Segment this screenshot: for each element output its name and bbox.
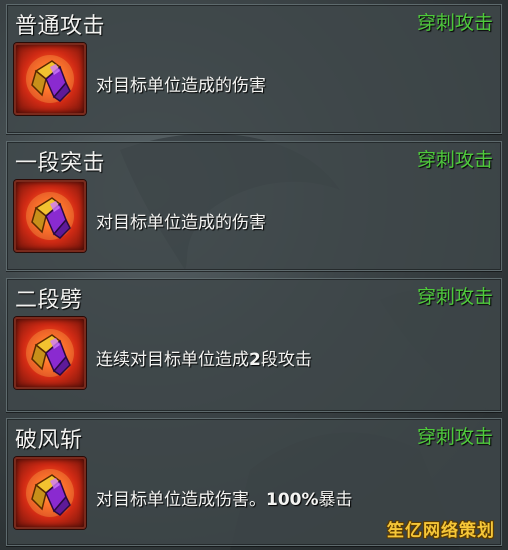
- skill-name: 普通攻击: [15, 14, 106, 39]
- purple-crystal-icon[interactable]: [14, 43, 86, 115]
- description-text: 连续对目标单位造成: [96, 350, 249, 370]
- skill-panel[interactable]: 一段突击 穿刺攻击 对目标单位造成的伤害: [6, 141, 502, 271]
- description-highlight: 2: [249, 350, 261, 370]
- watermark: 笙亿网络策划: [387, 521, 495, 541]
- description-text: 暴击: [318, 490, 353, 510]
- description-text: 段攻击: [260, 350, 312, 370]
- attack-type-label: 穿刺攻击: [416, 426, 493, 448]
- skill-name: 二段劈: [15, 288, 83, 313]
- purple-crystal-icon[interactable]: [14, 180, 86, 252]
- skill-description: 对目标单位造成伤害。100%暴击: [96, 485, 353, 510]
- skill-panel[interactable]: 普通攻击 穿刺攻击 对目标单位造成的伤害: [6, 4, 502, 134]
- attack-type-label: 穿刺攻击: [416, 12, 493, 34]
- skill-description: 对目标单位造成的伤害: [96, 76, 266, 96]
- attack-type-label: 穿刺攻击: [416, 286, 493, 308]
- skill-panel[interactable]: 二段劈 穿刺攻击 连续对目标单位造成2段攻击: [6, 278, 502, 412]
- purple-crystal-icon[interactable]: [14, 317, 86, 389]
- skill-name: 一段突击: [15, 151, 106, 176]
- description-highlight: 100%: [266, 490, 319, 510]
- purple-crystal-icon[interactable]: [14, 457, 86, 529]
- skill-description: 对目标单位造成的伤害: [96, 213, 266, 233]
- skill-description: 连续对目标单位造成2段攻击: [96, 345, 312, 370]
- description-text: 对目标单位造成伤害。: [96, 490, 266, 510]
- skill-name: 破风斩: [15, 428, 83, 453]
- skill-panel[interactable]: 破风斩 穿刺攻击 对目标单位造成伤害。100%暴击 笙亿网络策划: [6, 418, 502, 546]
- attack-type-label: 穿刺攻击: [416, 149, 493, 171]
